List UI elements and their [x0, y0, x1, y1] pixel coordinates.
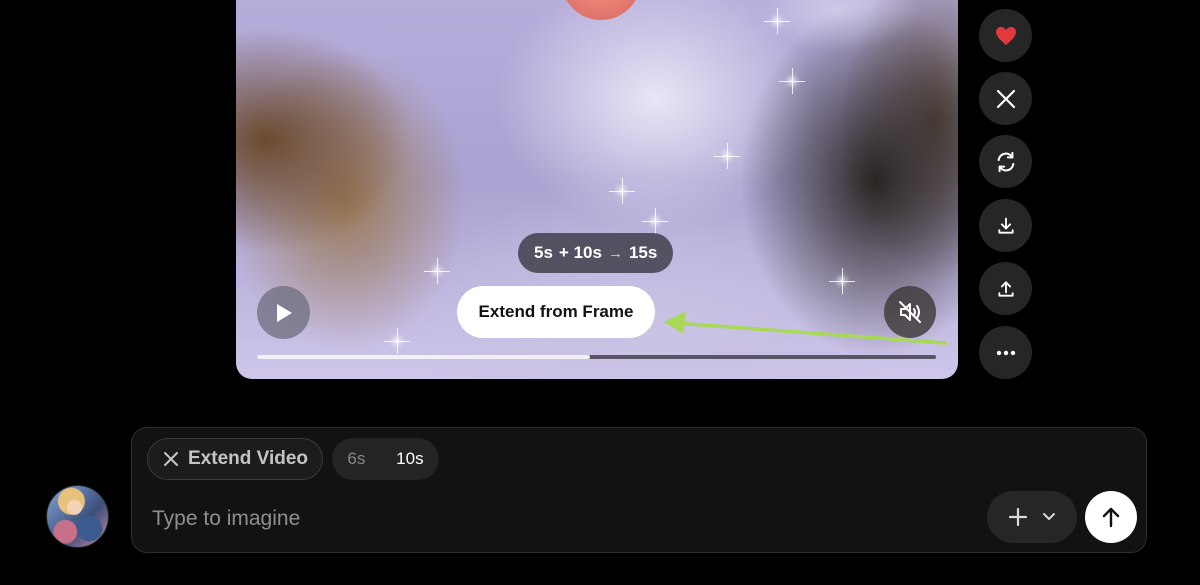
current-duration: 5s — [534, 243, 553, 262]
total-duration: 15s — [628, 243, 658, 262]
sparkle — [779, 68, 805, 94]
like-button[interactable] — [979, 9, 1032, 62]
upload-button[interactable] — [979, 262, 1032, 315]
refresh-icon — [997, 151, 1014, 172]
extend-from-frame-button[interactable]: Extend from Frame — [457, 286, 655, 338]
sparkle — [714, 143, 740, 169]
duration-summary-pill: 5s + 10s → 15s — [518, 233, 674, 273]
sparkle — [829, 268, 855, 294]
prompt-composer: Extend Video 6s 10s — [131, 427, 1147, 553]
sparkle — [384, 328, 410, 354]
chevron-down-icon — [1043, 513, 1055, 520]
download-button[interactable] — [979, 199, 1032, 252]
close-icon[interactable] — [164, 452, 178, 466]
play-icon — [276, 303, 292, 322]
arrow-up-icon — [1102, 507, 1120, 528]
sparkle — [642, 208, 668, 234]
heart-icon — [995, 26, 1016, 45]
duration-selector: 6s 10s — [332, 438, 439, 480]
prompt-input[interactable] — [152, 504, 972, 534]
upload-icon — [997, 280, 1014, 297]
share-x-button[interactable] — [979, 72, 1032, 125]
more-horizontal-icon — [996, 350, 1015, 355]
added-duration: + 10s — [558, 243, 602, 262]
video-player[interactable]: 5s + 10s → 15s Extend from Frame — [236, 0, 958, 379]
play-button[interactable] — [257, 286, 310, 339]
sparkle — [424, 258, 450, 284]
regenerate-button[interactable] — [979, 135, 1032, 188]
mute-toggle-button[interactable] — [884, 286, 936, 338]
sparkle — [764, 8, 790, 34]
download-icon — [997, 217, 1014, 234]
duration-option-10s[interactable]: 10s — [396, 449, 423, 469]
options-menu-button[interactable] — [987, 491, 1077, 543]
sparkle — [609, 178, 635, 204]
video-progress-fill — [257, 355, 590, 359]
more-button[interactable] — [979, 326, 1032, 379]
speaker-muted-icon — [899, 301, 921, 323]
arrow-right-icon: → — [607, 244, 623, 262]
duration-option-6s[interactable]: 6s — [347, 449, 365, 469]
video-frame-detail — [561, 0, 641, 20]
send-button[interactable] — [1085, 491, 1137, 543]
extend-video-chip[interactable]: Extend Video — [147, 438, 323, 480]
avatar[interactable] — [46, 485, 109, 548]
video-progress-bar[interactable] — [257, 355, 936, 359]
x-logo-icon — [996, 89, 1015, 108]
plus-icon — [1008, 507, 1028, 527]
extend-video-label: Extend Video — [188, 448, 309, 469]
